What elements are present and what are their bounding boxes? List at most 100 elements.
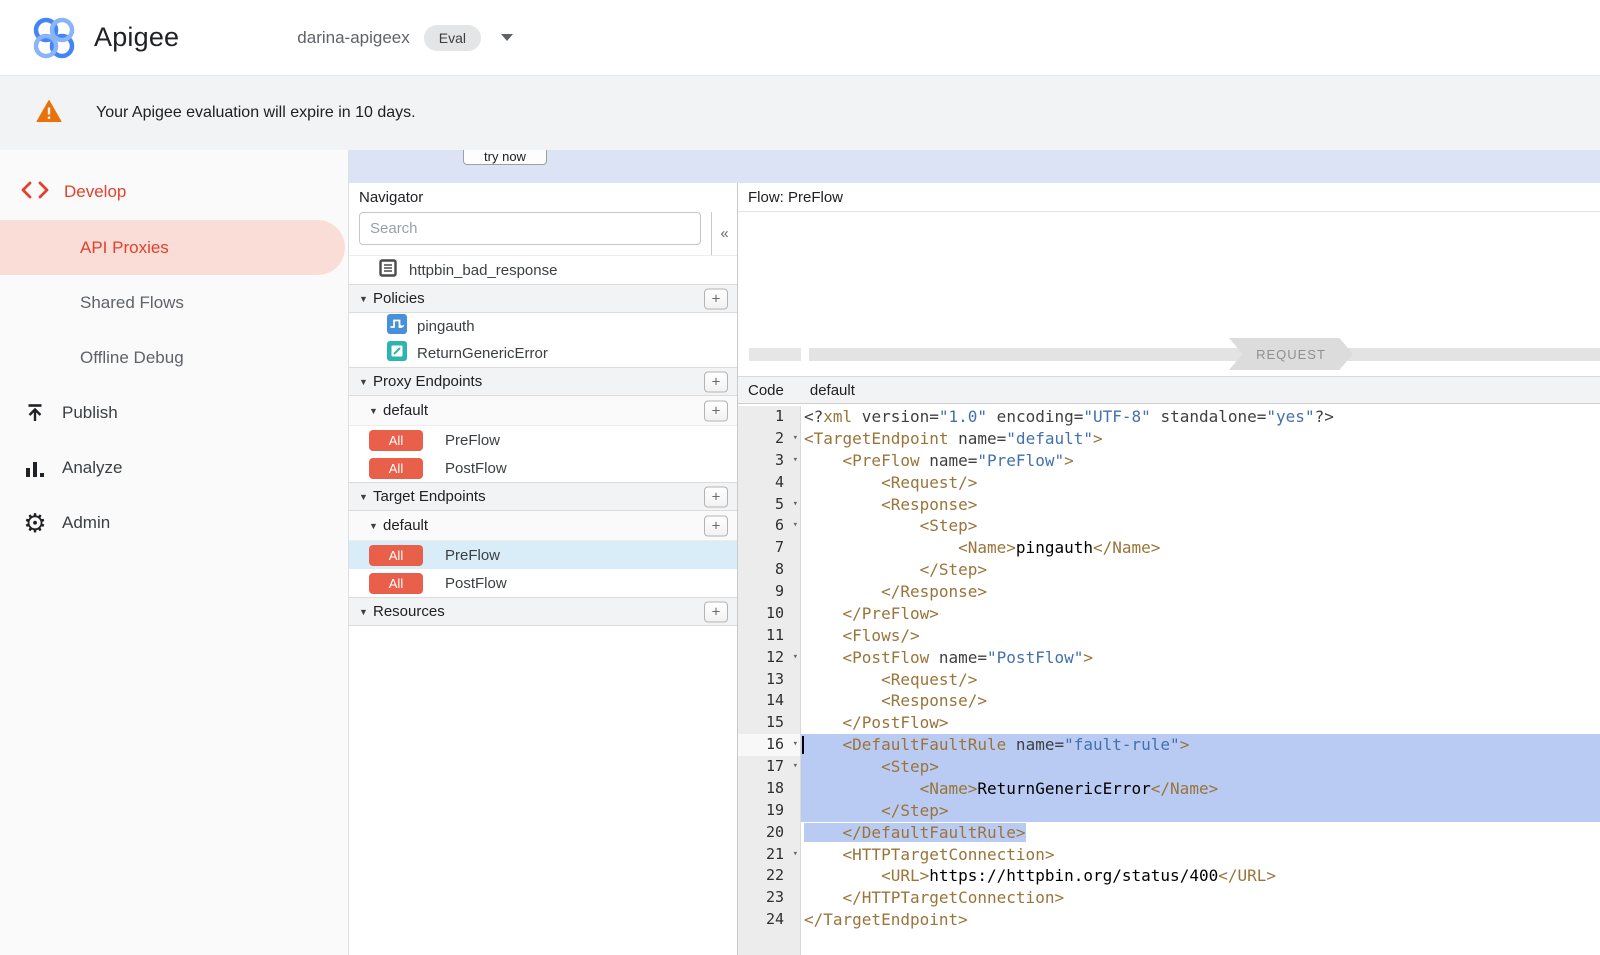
code-line[interactable]: 1<?xml version="1.0" encoding="UTF-8" st… bbox=[738, 406, 1600, 428]
line-number[interactable]: 18 bbox=[738, 778, 801, 800]
collapse-triangle-icon[interactable]: ▼ bbox=[369, 521, 383, 531]
sidebar-section-develop[interactable]: Develop bbox=[0, 174, 348, 210]
code-line[interactable]: 4 <Request/> bbox=[738, 472, 1600, 494]
code-line-content[interactable]: <PreFlow name="PreFlow"> bbox=[801, 450, 1600, 472]
line-number[interactable]: 1 bbox=[738, 406, 801, 428]
code-line-content[interactable]: <Request/> bbox=[801, 669, 1600, 691]
collapse-triangle-icon[interactable]: ▼ bbox=[359, 607, 373, 617]
code-line[interactable]: 13 <Request/> bbox=[738, 669, 1600, 691]
tree-item-target-postflow[interactable]: All PostFlow bbox=[349, 569, 737, 597]
tree-item-proxy[interactable]: httpbin_bad_response bbox=[349, 255, 737, 284]
fold-toggle-icon[interactable]: ▾ bbox=[793, 756, 798, 778]
code-line-content[interactable]: <Response> bbox=[801, 494, 1600, 516]
code-line-content[interactable]: <?xml version="1.0" encoding="UTF-8" sta… bbox=[801, 406, 1600, 428]
code-line-content[interactable]: <Step> bbox=[801, 515, 1600, 537]
sidebar-item-publish[interactable]: Publish bbox=[0, 385, 348, 440]
line-number[interactable]: 10 bbox=[738, 603, 801, 625]
code-line-content[interactable]: <PostFlow name="PostFlow"> bbox=[801, 647, 1600, 669]
collapse-triangle-icon[interactable]: ▼ bbox=[359, 377, 373, 387]
tree-item-proxy-postflow[interactable]: All PostFlow bbox=[349, 454, 737, 482]
fold-toggle-icon[interactable]: ▾ bbox=[793, 450, 798, 472]
collapse-triangle-icon[interactable]: ▼ bbox=[359, 294, 373, 304]
code-line[interactable]: 20 </DefaultFaultRule> bbox=[738, 822, 1600, 844]
tree-section-target-endpoints[interactable]: ▼ Target Endpoints + bbox=[349, 482, 737, 511]
add-proxy-endpoint-button[interactable]: + bbox=[704, 371, 728, 392]
code-line[interactable]: 12▾ <PostFlow name="PostFlow"> bbox=[738, 647, 1600, 669]
code-line-content[interactable]: <DefaultFaultRule name="fault-rule"> bbox=[801, 734, 1600, 756]
collapse-panel-icon[interactable]: « bbox=[720, 225, 728, 242]
code-line-content[interactable]: <Name>pingauth</Name> bbox=[801, 537, 1600, 559]
code-line[interactable]: 24</TargetEndpoint> bbox=[738, 909, 1600, 931]
code-line-content[interactable]: <HTTPTargetConnection> bbox=[801, 844, 1600, 866]
code-empty-area[interactable] bbox=[801, 931, 1600, 955]
code-line[interactable]: 8 </Step> bbox=[738, 559, 1600, 581]
code-line-content[interactable]: </PreFlow> bbox=[801, 603, 1600, 625]
line-number[interactable]: 4 bbox=[738, 472, 801, 494]
code-tab-default[interactable]: default bbox=[810, 382, 855, 399]
fold-toggle-icon[interactable]: ▾ bbox=[793, 734, 798, 756]
code-line[interactable]: 14 <Response/> bbox=[738, 690, 1600, 712]
fold-toggle-icon[interactable]: ▾ bbox=[793, 844, 798, 866]
sidebar-item-offline-debug[interactable]: Offline Debug bbox=[0, 330, 348, 385]
code-line[interactable]: 7 <Name>pingauth</Name> bbox=[738, 537, 1600, 559]
search-input[interactable] bbox=[359, 212, 701, 245]
tree-group-target-default[interactable]: ▼ default + bbox=[349, 511, 737, 541]
code-line[interactable]: 21▾ <HTTPTargetConnection> bbox=[738, 844, 1600, 866]
try-now-button[interactable]: try now bbox=[463, 150, 547, 165]
code-line-content[interactable]: </DefaultFaultRule> bbox=[801, 822, 1600, 844]
code-line-content[interactable]: <URL>https://httpbin.org/status/400</URL… bbox=[801, 865, 1600, 887]
line-number[interactable]: 16▾ bbox=[738, 734, 801, 756]
code-line[interactable]: 19 </Step> bbox=[738, 800, 1600, 822]
line-number[interactable]: 17▾ bbox=[738, 756, 801, 778]
code-line[interactable]: 3▾ <PreFlow name="PreFlow"> bbox=[738, 450, 1600, 472]
line-number[interactable]: 6▾ bbox=[738, 515, 801, 537]
sidebar-item-shared-flows[interactable]: Shared Flows bbox=[0, 275, 348, 330]
tree-section-proxy-endpoints[interactable]: ▼ Proxy Endpoints + bbox=[349, 367, 737, 396]
line-number[interactable]: 15 bbox=[738, 712, 801, 734]
line-number[interactable]: 8 bbox=[738, 559, 801, 581]
code-line-content[interactable]: <Step> bbox=[801, 756, 1600, 778]
line-number[interactable]: 14 bbox=[738, 690, 801, 712]
line-number[interactable]: 5▾ bbox=[738, 494, 801, 516]
sidebar-item-analyze[interactable]: Analyze bbox=[0, 440, 348, 495]
code-line[interactable]: 17▾ <Step> bbox=[738, 756, 1600, 778]
add-resource-button[interactable]: + bbox=[704, 601, 728, 622]
code-line-content[interactable]: </Response> bbox=[801, 581, 1600, 603]
flow-canvas[interactable]: REQUEST bbox=[738, 212, 1600, 377]
code-line-content[interactable]: </PostFlow> bbox=[801, 712, 1600, 734]
code-line-content[interactable]: <TargetEndpoint name="default"> bbox=[801, 428, 1600, 450]
tree-item-target-preflow-selected[interactable]: All PreFlow bbox=[349, 541, 737, 569]
line-number[interactable]: 24 bbox=[738, 909, 801, 931]
code-line-content[interactable]: </Step> bbox=[801, 559, 1600, 581]
line-number[interactable]: 21▾ bbox=[738, 844, 801, 866]
code-line[interactable]: 23 </HTTPTargetConnection> bbox=[738, 887, 1600, 909]
add-target-endpoint-button[interactable]: + bbox=[704, 486, 728, 507]
line-number[interactable]: 22 bbox=[738, 865, 801, 887]
line-number[interactable]: 23 bbox=[738, 887, 801, 909]
line-number[interactable]: 12▾ bbox=[738, 647, 801, 669]
sidebar-item-admin[interactable]: ⚙ Admin bbox=[0, 495, 348, 550]
code-line[interactable]: 6▾ <Step> bbox=[738, 515, 1600, 537]
code-line[interactable]: 10 </PreFlow> bbox=[738, 603, 1600, 625]
code-line[interactable]: 22 <URL>https://httpbin.org/status/400</… bbox=[738, 865, 1600, 887]
fold-toggle-icon[interactable]: ▾ bbox=[793, 428, 798, 450]
tree-item-proxy-preflow[interactable]: All PreFlow bbox=[349, 426, 737, 454]
collapse-triangle-icon[interactable]: ▼ bbox=[359, 492, 373, 502]
code-line-content[interactable]: <Response/> bbox=[801, 690, 1600, 712]
code-line[interactable]: 11 <Flows/> bbox=[738, 625, 1600, 647]
code-line[interactable]: 18 <Name>ReturnGenericError</Name> bbox=[738, 778, 1600, 800]
code-line[interactable]: 5▾ <Response> bbox=[738, 494, 1600, 516]
line-number[interactable]: 11 bbox=[738, 625, 801, 647]
code-line[interactable]: 2▾<TargetEndpoint name="default"> bbox=[738, 428, 1600, 450]
add-policy-button[interactable]: + bbox=[704, 288, 728, 309]
code-line-content[interactable]: <Name>ReturnGenericError</Name> bbox=[801, 778, 1600, 800]
sidebar-item-api-proxies[interactable]: API Proxies bbox=[0, 220, 345, 275]
line-number[interactable]: 9 bbox=[738, 581, 801, 603]
line-number[interactable]: 2▾ bbox=[738, 428, 801, 450]
code-line[interactable]: 15 </PostFlow> bbox=[738, 712, 1600, 734]
tree-item-policy-pingauth[interactable]: pingauth bbox=[349, 313, 737, 340]
tree-item-policy-returngenericerror[interactable]: ReturnGenericError bbox=[349, 340, 737, 367]
add-flow-button[interactable]: + bbox=[704, 400, 728, 421]
code-line-content[interactable]: </Step> bbox=[801, 800, 1600, 822]
line-number[interactable]: 13 bbox=[738, 669, 801, 691]
